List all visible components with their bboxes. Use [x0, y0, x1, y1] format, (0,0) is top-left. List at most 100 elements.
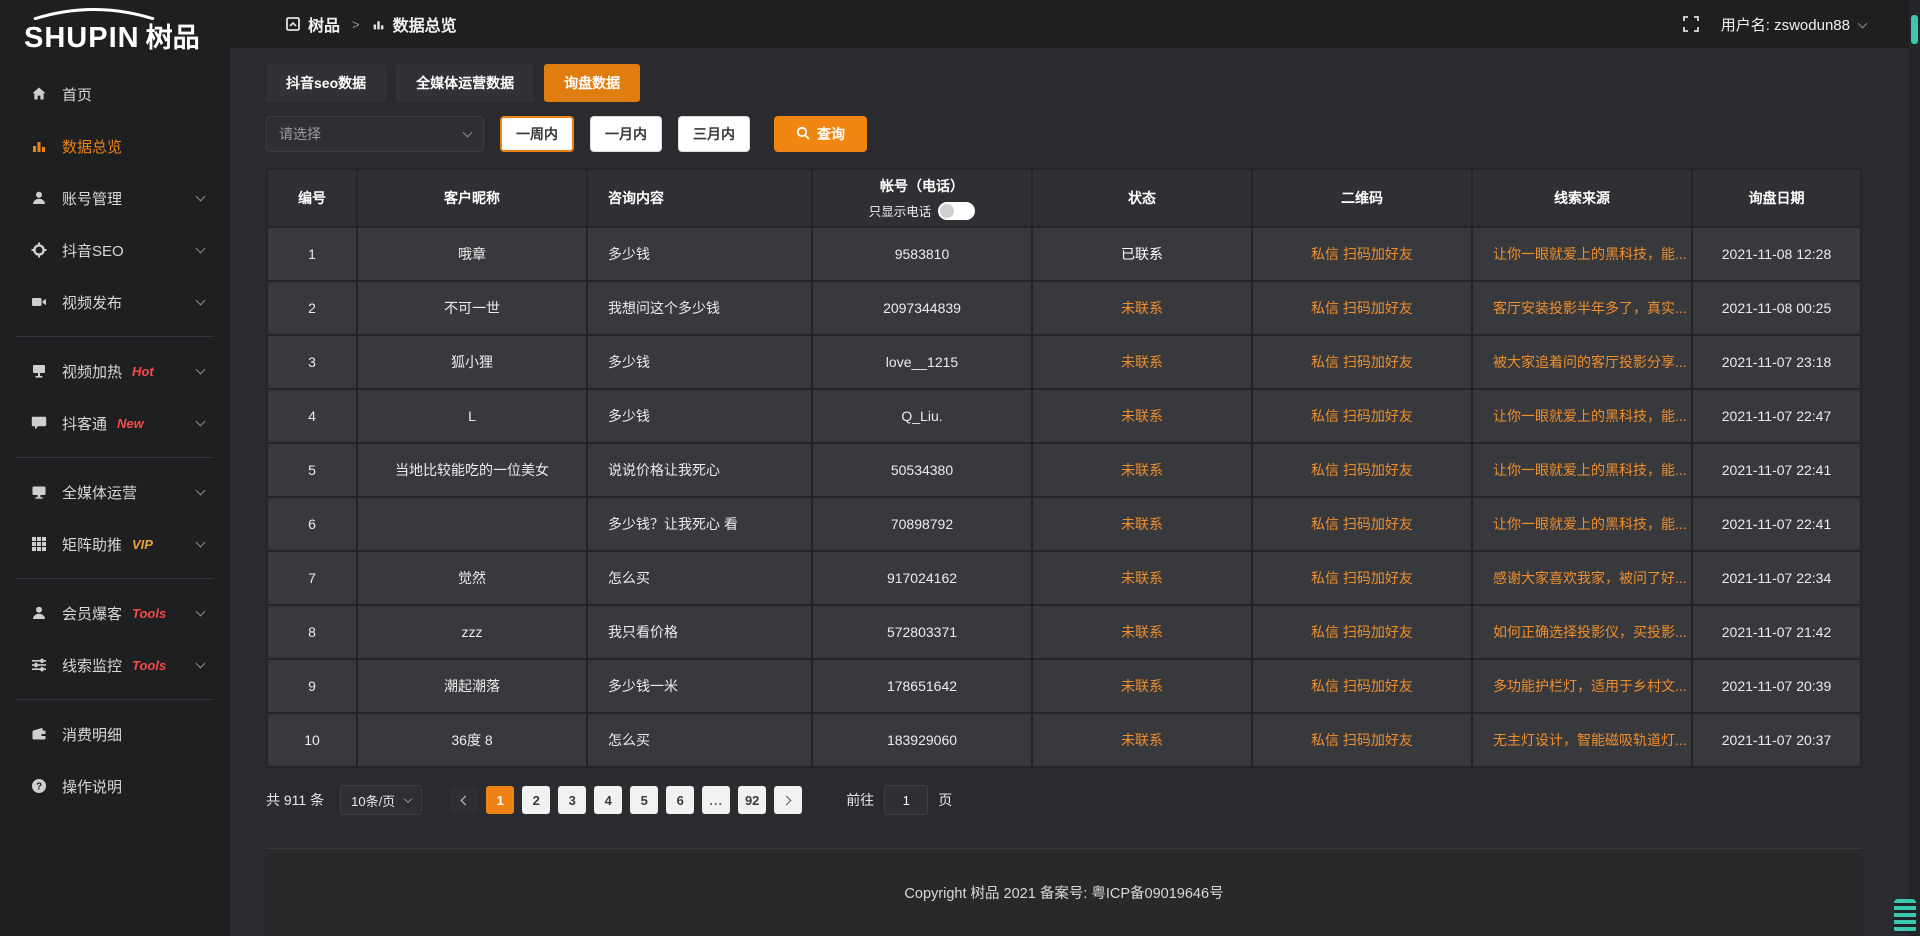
- status-badge: 未联系: [1032, 713, 1252, 767]
- page-button[interactable]: 6: [666, 786, 694, 814]
- cell-content: 说说价格让我死心: [587, 443, 812, 497]
- sidebar-item-member-baoke[interactable]: 会员爆客 Tools: [0, 587, 230, 639]
- tab-omni-media-data[interactable]: 全媒体运营数据: [396, 64, 534, 102]
- breadcrumb-app[interactable]: 树品: [308, 12, 340, 36]
- phone-only-label: 只显示电话: [869, 201, 932, 220]
- cell-no: 1: [267, 227, 357, 281]
- footer: Copyright 树品 2021 备案号: 粤ICP备09019646号: [266, 848, 1862, 936]
- status-badge: 未联系: [1032, 551, 1252, 605]
- chevron-down-icon: [404, 795, 412, 803]
- col-nickname: 客户昵称: [357, 169, 587, 227]
- cell-source-link[interactable]: 感谢大家喜欢我家，被问了好...: [1472, 551, 1692, 605]
- sidebar-item-lead-monitor[interactable]: 线索监控 Tools: [0, 639, 230, 691]
- page-button[interactable]: 3: [558, 786, 586, 814]
- page-button[interactable]: 92: [738, 786, 766, 814]
- fullscreen-icon[interactable]: [1683, 16, 1699, 32]
- range-week-button[interactable]: 一周内: [500, 116, 574, 152]
- cell-source-link[interactable]: 如何正确选择投影仪，买投影...: [1472, 605, 1692, 659]
- account-select[interactable]: 请选择: [266, 116, 484, 152]
- table-body: 1 哦章 多少钱 9583810 已联系 私信 扫码加好友 让你一眼就爱上的黑科…: [267, 227, 1861, 767]
- sidebar-item-label: 账号管理: [62, 188, 122, 209]
- col-source: 线索来源: [1472, 169, 1692, 227]
- scrollbar-thumb[interactable]: [1911, 15, 1918, 44]
- cell-qrcode-link[interactable]: 私信 扫码加好友: [1252, 281, 1472, 335]
- grid-icon: [30, 535, 48, 553]
- sidebar-item-account-mgmt[interactable]: 账号管理: [0, 172, 230, 224]
- cell-qrcode-link[interactable]: 私信 扫码加好友: [1252, 497, 1472, 551]
- range-quarter-button[interactable]: 三月内: [678, 116, 750, 152]
- cell-no: 10: [267, 713, 357, 767]
- page-size-select[interactable]: 10条/页: [340, 785, 422, 815]
- page-button[interactable]: 2: [522, 786, 550, 814]
- hot-badge: Hot: [132, 364, 154, 379]
- cell-qrcode-link[interactable]: 私信 扫码加好友: [1252, 443, 1472, 497]
- page-button[interactable]: 1: [486, 786, 514, 814]
- cell-qrcode-link[interactable]: 私信 扫码加好友: [1252, 227, 1472, 281]
- table-row: 6 多少钱？让我死心 看 70898792 未联系 私信 扫码加好友 让你一眼就…: [267, 497, 1861, 551]
- cell-qrcode-link[interactable]: 私信 扫码加好友: [1252, 713, 1472, 767]
- user-icon: [30, 189, 48, 207]
- sidebar-item-data-overview[interactable]: 数据总览: [0, 120, 230, 172]
- chevron-down-icon: [196, 243, 206, 253]
- goto-page-input[interactable]: [884, 785, 928, 815]
- user-menu[interactable]: 用户名: zswodun88: [1721, 14, 1866, 35]
- sidebar-item-douketong[interactable]: 抖客通 New: [0, 397, 230, 449]
- col-account-label: 帐号（电话）: [880, 176, 964, 196]
- col-account: 帐号（电话） 只显示电话: [812, 169, 1032, 227]
- tab-inquiry-data[interactable]: 询盘数据: [544, 64, 640, 102]
- cell-account: 178651642: [812, 659, 1032, 713]
- table-row: 1 哦章 多少钱 9583810 已联系 私信 扫码加好友 让你一眼就爱上的黑科…: [267, 227, 1861, 281]
- cell-nickname: 当地比较能吃的一位美女: [357, 443, 587, 497]
- table-row: 3 狐小狸 多少钱 love__1215 未联系 私信 扫码加好友 被大家追着问…: [267, 335, 1861, 389]
- cell-date: 2021-11-07 22:34: [1692, 551, 1861, 605]
- cell-source-link[interactable]: 让你一眼就爱上的黑科技，能...: [1472, 497, 1692, 551]
- username-label: 用户名: zswodun88: [1721, 14, 1850, 35]
- tab-douyin-seo-data[interactable]: 抖音seo数据: [266, 64, 386, 102]
- cell-date: 2021-11-07 22:41: [1692, 497, 1861, 551]
- floating-widget[interactable]: [1894, 899, 1916, 933]
- page-button[interactable]: ...: [702, 786, 730, 814]
- cell-qrcode-link[interactable]: 私信 扫码加好友: [1252, 659, 1472, 713]
- search-button[interactable]: 查询: [774, 116, 867, 152]
- sidebar-item-label: 操作说明: [62, 776, 122, 797]
- svg-text:?: ?: [36, 781, 42, 792]
- cell-qrcode-link[interactable]: 私信 扫码加好友: [1252, 335, 1472, 389]
- content: 抖音seo数据 全媒体运营数据 询盘数据 请选择 一周内 一月内 三月内 查询: [230, 48, 1920, 936]
- page-button[interactable]: 5: [630, 786, 658, 814]
- sidebar-item-omni-media[interactable]: 全媒体运营: [0, 466, 230, 518]
- status-badge: 已联系: [1032, 227, 1252, 281]
- sidebar-item-label: 数据总览: [62, 136, 122, 157]
- cell-no: 7: [267, 551, 357, 605]
- page-button[interactable]: 4: [594, 786, 622, 814]
- phone-only-toggle[interactable]: [938, 202, 975, 220]
- sidebar-item-video-publish[interactable]: 视频发布: [0, 276, 230, 328]
- cell-qrcode-link[interactable]: 私信 扫码加好友: [1252, 605, 1472, 659]
- sidebar-item-spend-detail[interactable]: 消费明细: [0, 708, 230, 760]
- sidebar-item-video-boost[interactable]: 视频加热 Hot: [0, 345, 230, 397]
- prev-page-button[interactable]: [450, 786, 478, 814]
- cell-source-link[interactable]: 无主灯设计，智能磁吸轨道灯...: [1472, 713, 1692, 767]
- status-badge: 未联系: [1032, 659, 1252, 713]
- range-month-button[interactable]: 一月内: [590, 116, 662, 152]
- cell-qrcode-link[interactable]: 私信 扫码加好友: [1252, 551, 1472, 605]
- sidebar-item-help[interactable]: ? 操作说明: [0, 760, 230, 812]
- col-content: 咨询内容: [587, 169, 812, 227]
- cell-source-link[interactable]: 客厅安装投影半年多了，真实...: [1472, 281, 1692, 335]
- sidebar-item-matrix-boost[interactable]: 矩阵助推 VIP: [0, 518, 230, 570]
- breadcrumb: 树品 > 数据总览: [286, 12, 457, 36]
- cell-content: 多少钱？让我死心 看: [587, 497, 812, 551]
- cell-qrcode-link[interactable]: 私信 扫码加好友: [1252, 389, 1472, 443]
- cell-source-link[interactable]: 让你一眼就爱上的黑科技，能...: [1472, 227, 1692, 281]
- sliders-icon: [30, 656, 48, 674]
- next-page-button[interactable]: [774, 786, 802, 814]
- cell-source-link[interactable]: 被大家追着问的客厅投影分享...: [1472, 335, 1692, 389]
- sidebar-divider: [16, 578, 214, 579]
- question-circle-icon: ?: [30, 777, 48, 795]
- sidebar-item-home[interactable]: 首页: [0, 68, 230, 120]
- cell-source-link[interactable]: 让你一眼就爱上的黑科技，能...: [1472, 389, 1692, 443]
- scrollbar-track[interactable]: [1909, 0, 1920, 936]
- cell-source-link[interactable]: 让你一眼就爱上的黑科技，能...: [1472, 443, 1692, 497]
- status-badge: 未联系: [1032, 605, 1252, 659]
- sidebar-item-douyin-seo[interactable]: 抖音SEO: [0, 224, 230, 276]
- cell-source-link[interactable]: 多功能护栏灯，适用于乡村文...: [1472, 659, 1692, 713]
